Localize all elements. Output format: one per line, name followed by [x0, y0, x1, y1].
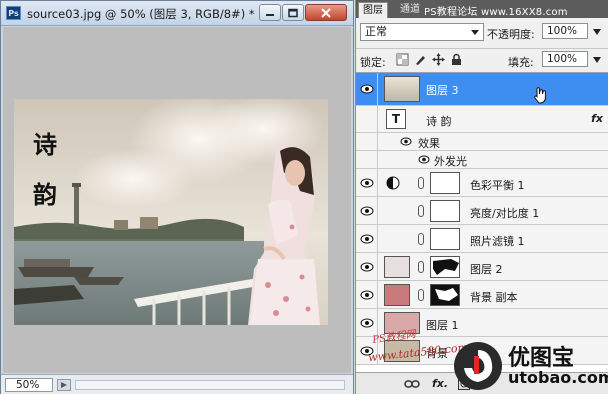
utobao-logo-icon	[454, 342, 502, 390]
mask-thumbnail	[430, 172, 460, 194]
opacity-label: 不透明度:	[487, 28, 535, 41]
brand-watermark: 优图宝 utobao.com	[452, 336, 608, 394]
opacity-field[interactable]: 100%	[542, 23, 588, 39]
mask-thumbnail	[430, 284, 460, 306]
layer-name: 背景 副本	[470, 291, 518, 304]
blend-mode-value: 正常	[365, 25, 387, 38]
visibility-toggle[interactable]	[356, 169, 378, 196]
layer-row-photo-filter[interactable]: 照片滤镜 1	[356, 225, 608, 253]
link-chain-icon[interactable]	[418, 177, 424, 189]
layer-effect-outer-glow[interactable]: 外发光	[356, 151, 608, 169]
visibility-toggle[interactable]	[356, 133, 378, 150]
fx-icon[interactable]: fx	[591, 112, 603, 125]
calligraphy-char-2: 韵	[33, 180, 57, 209]
document-title-bar[interactable]: Ps source03.jpg @ 50% (图层 3, RGB/8#) *	[1, 1, 353, 26]
link-chain-icon[interactable]	[418, 233, 424, 245]
lock-transparency-icon[interactable]	[396, 53, 409, 66]
eye-icon	[360, 262, 374, 271]
hand-cursor-icon	[534, 87, 546, 104]
lock-pixels-brush-icon[interactable]	[414, 53, 427, 66]
status-bar: 50%	[1, 374, 353, 394]
forum-watermark: PS教程论坛 www.16XX8.com	[424, 7, 568, 18]
layer-row-color-balance[interactable]: 色彩平衡 1	[356, 169, 608, 197]
layer-name: 图层 1	[426, 319, 459, 332]
maximize-icon	[288, 8, 298, 17]
outer-glow-label: 外发光	[434, 155, 467, 168]
layer-name: 照片滤镜 1	[470, 235, 525, 248]
layer-row-text[interactable]: T 诗 韵 fx	[356, 106, 608, 133]
panel-tab-bar: 图层 通道 PS教程论坛 www.16XX8.com	[356, 0, 608, 18]
layer-row-layer2[interactable]: 图层 2	[356, 253, 608, 281]
layer-thumbnail	[384, 76, 420, 102]
layer-effects-row[interactable]: 效果	[356, 133, 608, 151]
horizontal-scrollbar[interactable]	[75, 380, 345, 390]
eye-icon[interactable]	[418, 155, 430, 164]
layer-name: 亮度/对比度 1	[470, 207, 540, 220]
visibility-toggle[interactable]	[356, 73, 378, 105]
mask-thumbnail	[430, 256, 460, 278]
link-layers-icon[interactable]	[404, 379, 420, 389]
info-arrow-icon	[61, 382, 67, 388]
link-chain-icon[interactable]	[418, 289, 424, 301]
close-icon	[321, 7, 331, 18]
lock-options-row: 锁定: 填充: 100%	[356, 48, 608, 70]
photoshop-icon: Ps	[6, 6, 21, 20]
calligraphy-char-1: 诗	[33, 130, 57, 159]
maximize-button[interactable]	[282, 4, 304, 21]
minimize-button[interactable]	[259, 4, 281, 21]
photo-scene	[14, 99, 328, 325]
visibility-toggle[interactable]	[356, 253, 378, 280]
fill-field[interactable]: 100%	[542, 51, 588, 67]
tab-layers[interactable]: 图层	[358, 2, 388, 18]
layer-thumbnail	[384, 284, 410, 306]
lock-label: 锁定:	[360, 56, 386, 69]
tab-channels[interactable]: 通道	[396, 2, 424, 18]
blend-mode-select[interactable]: 正常	[360, 23, 484, 41]
mask-thumbnail	[430, 228, 460, 250]
zoom-level-field[interactable]: 50%	[5, 378, 53, 392]
layer-row-layer3[interactable]: 图层 3	[356, 73, 608, 106]
visibility-toggle[interactable]	[356, 281, 378, 308]
document-image	[14, 99, 328, 325]
layer-row-background-copy[interactable]: 背景 副本	[356, 281, 608, 309]
canvas-area[interactable]: 诗 韵	[3, 27, 351, 373]
blend-options-row: 正常 不透明度: 100%	[356, 19, 608, 45]
opacity-slider-arrow-icon[interactable]	[592, 27, 602, 37]
eye-icon	[360, 234, 374, 243]
visibility-toggle[interactable]	[356, 106, 378, 132]
visibility-toggle[interactable]	[356, 151, 378, 168]
fill-slider-arrow-icon[interactable]	[592, 55, 602, 65]
link-chain-icon[interactable]	[418, 205, 424, 217]
close-button[interactable]	[305, 4, 347, 21]
eye-icon	[360, 206, 374, 215]
layer-name: 图层 3	[426, 84, 459, 97]
adjustment-layer-icon	[386, 176, 400, 190]
layer-name: 诗 韵	[426, 115, 452, 128]
link-chain-icon[interactable]	[418, 261, 424, 273]
eye-icon	[360, 84, 374, 94]
eye-icon	[360, 318, 374, 327]
mask-thumbnail	[430, 200, 460, 222]
add-layer-style-fx-icon[interactable]: fx.	[432, 377, 448, 390]
chevron-down-icon	[471, 30, 479, 35]
layer-row-brightness-contrast[interactable]: 亮度/对比度 1	[356, 197, 608, 225]
layer-name: 色彩平衡 1	[470, 179, 525, 192]
layer-thumbnail	[384, 256, 410, 278]
brand-url: utobao.com	[508, 368, 608, 387]
document-window: Ps source03.jpg @ 50% (图层 3, RGB/8#) * 诗…	[0, 0, 354, 394]
status-info-button[interactable]	[57, 379, 71, 391]
visibility-toggle[interactable]	[356, 197, 378, 224]
layer-name: 图层 2	[470, 263, 503, 276]
eye-icon	[360, 290, 374, 299]
eye-icon	[360, 178, 374, 187]
effects-label: 效果	[418, 137, 440, 150]
lock-position-move-icon[interactable]	[432, 53, 445, 66]
document-title: source03.jpg @ 50% (图层 3, RGB/8#) *	[27, 7, 255, 21]
visibility-toggle[interactable]	[356, 225, 378, 252]
eye-icon[interactable]	[400, 137, 412, 146]
text-layer-thumbnail: T	[386, 109, 406, 129]
minimize-icon	[266, 13, 274, 16]
fill-label: 填充:	[508, 56, 534, 69]
lock-all-icon[interactable]	[450, 53, 463, 66]
